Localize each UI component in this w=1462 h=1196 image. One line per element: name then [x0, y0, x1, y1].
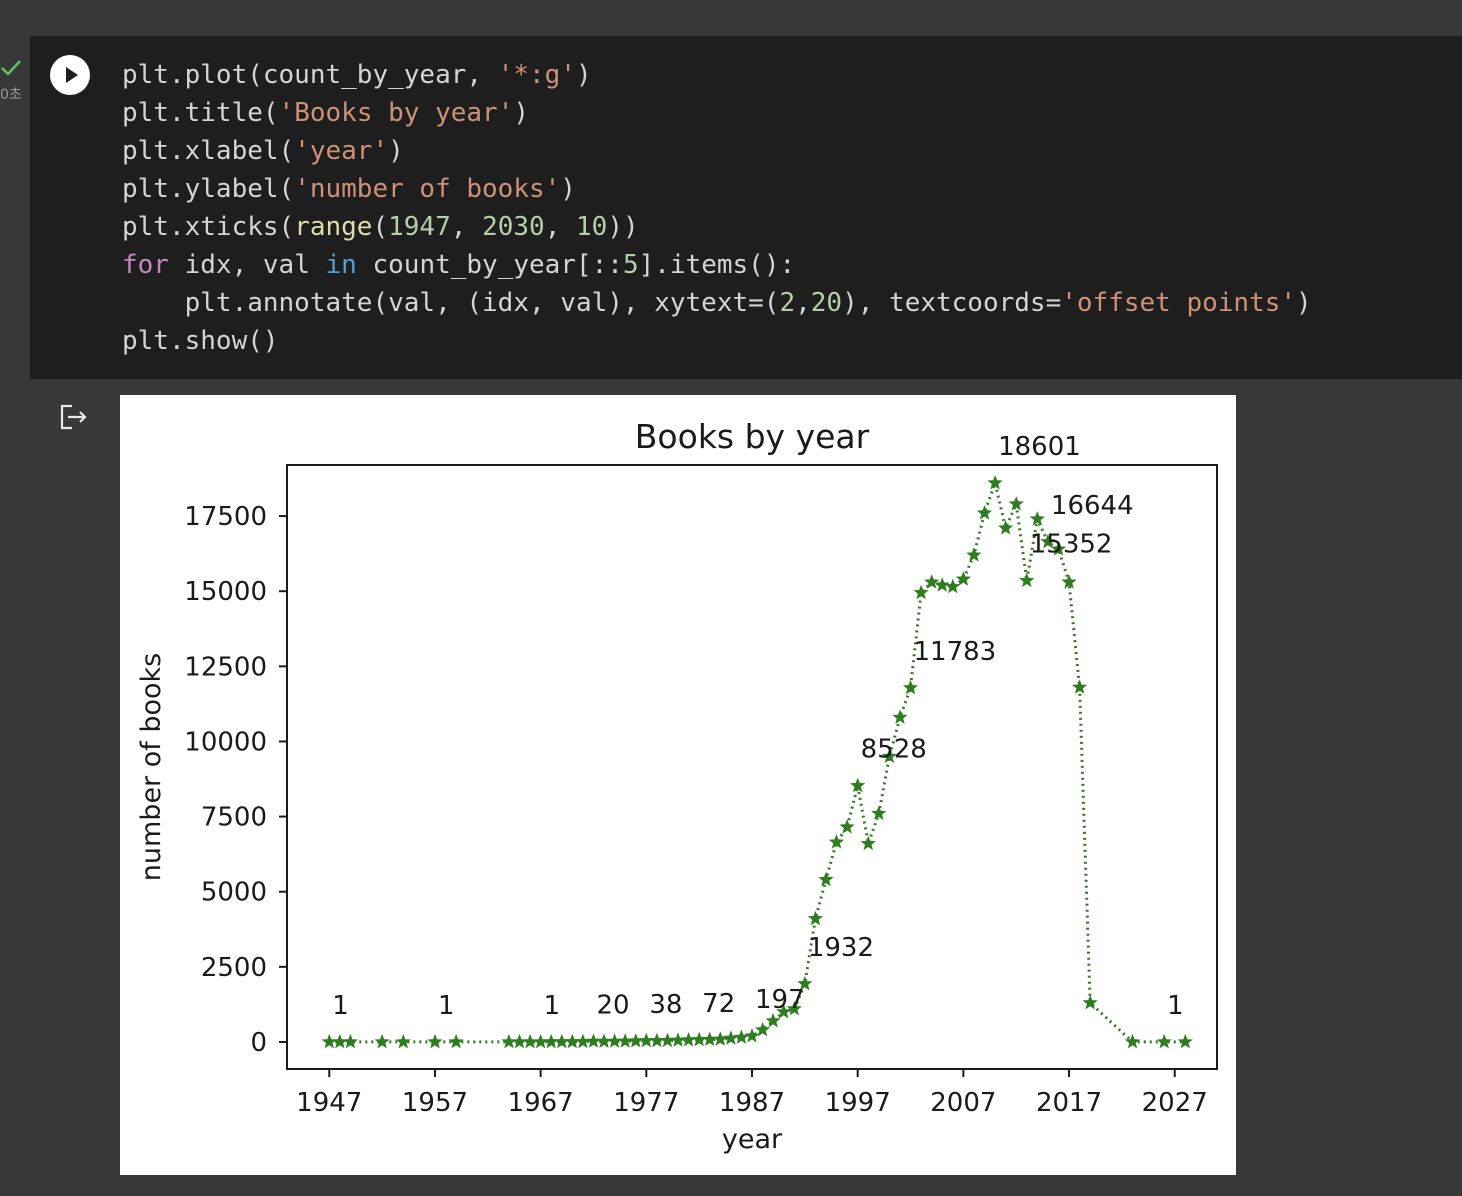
data-point	[1029, 511, 1045, 526]
y-axis-label: number of books	[136, 653, 167, 881]
code-line: plt.ylabel('number of books')	[122, 174, 576, 204]
data-label: 1	[332, 991, 349, 1021]
data-label: 38	[649, 990, 682, 1020]
x-tick-label: 1977	[613, 1088, 679, 1118]
x-tick-label: 2017	[1036, 1088, 1102, 1118]
y-tick-label: 15000	[184, 577, 267, 607]
x-tick-label: 1957	[402, 1088, 468, 1118]
data-label: 1932	[808, 933, 874, 963]
data-point	[807, 910, 823, 926]
y-tick-label: 10000	[184, 727, 267, 757]
data-label: 1	[438, 991, 455, 1021]
data-label: 8528	[861, 735, 927, 765]
data-point	[818, 871, 834, 887]
data-point	[1072, 679, 1088, 694]
line-chart: Books by year year number of books 1947 1…	[136, 417, 1218, 1155]
data-point	[659, 1032, 676, 1048]
data-point	[998, 520, 1014, 535]
data-point	[1082, 994, 1098, 1010]
data-point	[628, 1033, 644, 1048]
run-cell-button[interactable]	[50, 55, 90, 95]
y-tick-label: 0	[250, 1028, 267, 1058]
x-axis-label: year	[722, 1124, 783, 1155]
data-point	[1124, 1033, 1141, 1049]
y-tick-label: 17500	[184, 502, 267, 532]
check-icon	[1, 60, 21, 76]
code-line: plt.title('Books by year')	[122, 98, 530, 128]
data-label: 72	[702, 989, 735, 1019]
data-label: 1	[1167, 991, 1184, 1021]
x-tick-label: 1947	[296, 1088, 362, 1118]
data-label: 20	[596, 990, 629, 1020]
x-tick-label: 1967	[508, 1088, 574, 1118]
data-point	[702, 1031, 718, 1046]
data-label: 197	[755, 985, 805, 1015]
code-line: plt.xlabel('year')	[122, 136, 404, 166]
y-tick-label: 2500	[201, 953, 267, 983]
code-line: plt.show()	[122, 326, 279, 356]
data-point	[712, 1031, 728, 1046]
plot-output: Books by year year number of books 1947 1…	[120, 395, 1236, 1175]
data-point	[1156, 1033, 1172, 1049]
data-point	[892, 709, 908, 724]
data-point	[1177, 1033, 1193, 1049]
x-tick-label: 1997	[825, 1088, 891, 1118]
code-line: plt.annotate(val, (idx, val), xytext=(2,…	[122, 288, 1312, 318]
y-tick-label: 12500	[184, 652, 267, 682]
data-point	[427, 1033, 443, 1049]
y-tick-label: 7500	[201, 803, 267, 833]
code-line: plt.xticks(range(1947, 2030, 10))	[122, 212, 639, 242]
data-point	[871, 805, 887, 820]
data-label: 11783	[914, 637, 997, 667]
chart-title: Books by year	[635, 417, 870, 456]
data-label: 16644	[1051, 491, 1134, 521]
data-point	[945, 578, 961, 594]
play-icon	[66, 67, 78, 83]
data-point	[1008, 496, 1024, 511]
data-point	[839, 819, 855, 834]
code-editor[interactable]: plt.plot(count_by_year, '*:g') plt.title(…	[122, 56, 1312, 360]
x-tick-label: 2007	[930, 1088, 996, 1118]
data-label: 1	[544, 991, 561, 1021]
data-point	[723, 1030, 739, 1045]
data-point	[448, 1033, 464, 1049]
data-point	[966, 547, 982, 562]
data-point	[733, 1029, 749, 1044]
execution-time: 0초	[0, 87, 22, 103]
data-point	[860, 835, 876, 851]
data-point	[374, 1033, 390, 1049]
data-point	[955, 571, 971, 586]
data-point	[575, 1033, 591, 1049]
y-tick-label: 5000	[201, 878, 267, 908]
data-point	[670, 1032, 686, 1047]
data-point	[913, 584, 929, 600]
x-tick-label: 2027	[1142, 1088, 1208, 1118]
data-point	[976, 505, 993, 520]
data-point	[691, 1031, 707, 1047]
series-line	[329, 477, 1186, 1044]
data-point	[744, 1028, 760, 1043]
data-point	[617, 1033, 633, 1048]
output-redirect-icon[interactable]	[56, 400, 90, 434]
code-line: plt.plot(count_by_year, '*:g')	[122, 60, 592, 90]
data-point	[342, 1033, 358, 1049]
x-tick-label: 1987	[719, 1088, 785, 1118]
data-point	[681, 1032, 697, 1047]
data-point	[395, 1033, 411, 1049]
data-label: 15352	[1030, 530, 1113, 560]
data-point	[1019, 572, 1035, 588]
data-label: 18601	[998, 432, 1081, 462]
code-line: for idx, val in count_by_year[::5].items…	[122, 250, 796, 280]
